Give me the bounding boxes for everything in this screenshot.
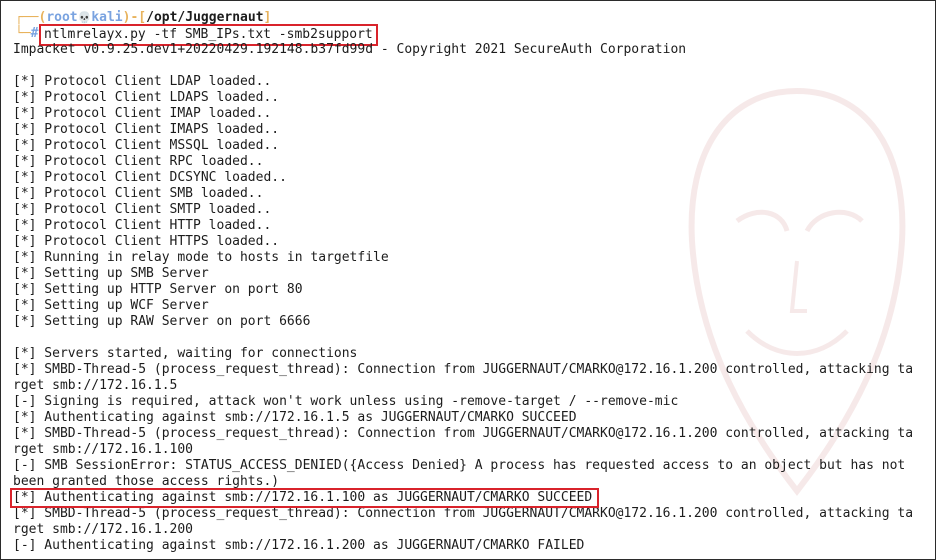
output-line: [*] Protocol Client SMB loaded.. (13, 186, 264, 201)
output-line: [*] Protocol Client LDAP loaded.. (13, 74, 272, 89)
output-line: [*] Protocol Client DCSYNC loaded.. (13, 170, 287, 185)
prompt-line: └─# (15, 26, 39, 41)
output-line: [*] SMBD-Thread-5 (process_request_threa… (13, 506, 914, 521)
kali-watermark-icon (688, 87, 906, 496)
output-line: [*] Protocol Client IMAP loaded.. (13, 106, 272, 121)
prompt-hash: # (30, 26, 39, 41)
output-line: [*] Protocol Client RPC loaded.. (13, 154, 264, 169)
output-line: [*] Setting up HTTP Server on port 80 (13, 282, 303, 297)
output-line: [*] SMBD-Thread-5 (process_request_threa… (13, 362, 914, 377)
output-line: [*] Protocol Client HTTP loaded.. (13, 218, 272, 233)
output-line: [*] Authenticating against smb://172.16.… (13, 410, 577, 425)
output-line: [*] Protocol Client IMAPS loaded.. (13, 122, 280, 137)
prompt-path: /opt/Juggernaut (146, 10, 264, 25)
output-line: rget smb://172.16.1.200 (13, 522, 194, 537)
output-line: Impacket v0.9.25.dev1+20220429.192148.b3… (13, 42, 687, 57)
output-line: rget smb://172.16.1.5 (13, 378, 178, 393)
terminal-window[interactable]: ┌──(root💀kali)-[/opt/Juggernaut] └─# ntl… (0, 0, 936, 560)
output-line: [*] Protocol Client LDAPS loaded.. (13, 90, 280, 105)
prompt-host: kali (91, 10, 123, 25)
output-line: [*] Protocol Client SMTP loaded.. (13, 202, 272, 217)
output-line: [*] Setting up RAW Server on port 6666 (13, 314, 311, 329)
output-line: [*] Protocol Client MSSQL loaded.. (13, 138, 280, 153)
highlight-box (10, 488, 600, 508)
output-line: rget smb://172.16.1.100 (13, 442, 194, 457)
output-line: [*] Servers started, waiting for connect… (13, 346, 358, 361)
skull-icon: 💀 (77, 11, 92, 24)
output-line: [*] Protocol Client HTTPS loaded.. (13, 234, 280, 249)
output-line: [*] Setting up SMB Server (13, 266, 209, 281)
output-line: [-] SMB SessionError: STATUS_ACCESS_DENI… (13, 458, 906, 473)
output-line: [-] Signing is required, attack won't wo… (13, 394, 679, 409)
output-line: [*] Setting up WCF Server (13, 298, 209, 313)
prompt-user: root (46, 10, 78, 25)
output-line: [*] SMBD-Thread-5 (process_request_threa… (13, 426, 914, 441)
output-line: [-] Authenticating against smb://172.16.… (13, 538, 585, 553)
output-line: [*] Running in relay mode to hosts in ta… (13, 250, 389, 265)
